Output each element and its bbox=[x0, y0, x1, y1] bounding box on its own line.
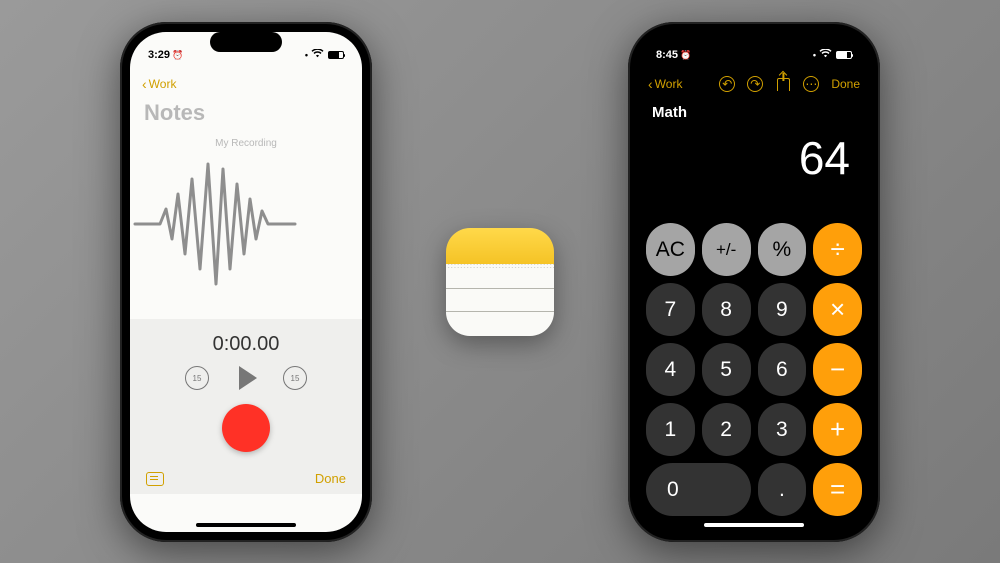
key-5[interactable]: 5 bbox=[702, 343, 751, 396]
cell-dot-icon: • bbox=[813, 50, 815, 60]
key-ac[interactable]: AC bbox=[646, 223, 695, 276]
key-plus[interactable]: + bbox=[813, 403, 862, 456]
share-icon[interactable] bbox=[775, 76, 791, 92]
done-button[interactable]: Done bbox=[831, 77, 860, 91]
battery-icon bbox=[328, 51, 344, 59]
back-chevron-icon[interactable]: ‹ bbox=[648, 76, 653, 92]
key-9[interactable]: 9 bbox=[758, 283, 807, 336]
undo-icon[interactable]: ↶ bbox=[719, 76, 735, 92]
alarm-icon: ⏰ bbox=[172, 50, 183, 61]
notes-app-icon[interactable] bbox=[446, 228, 554, 336]
playback-controls: 0:00.00 15 15 Done bbox=[130, 319, 362, 494]
key-3[interactable]: 3 bbox=[758, 403, 807, 456]
key-minus[interactable]: − bbox=[813, 343, 862, 396]
back-button[interactable]: Work bbox=[655, 77, 683, 91]
back-button[interactable]: Work bbox=[149, 77, 177, 91]
redo-icon[interactable]: ↷ bbox=[747, 76, 763, 92]
waveform-icon bbox=[130, 159, 300, 289]
recording-name[interactable]: My Recording bbox=[130, 138, 362, 149]
done-button[interactable]: Done bbox=[315, 471, 346, 486]
key-decimal[interactable]: . bbox=[758, 463, 807, 516]
dynamic-island bbox=[210, 32, 282, 52]
key-6[interactable]: 6 bbox=[758, 343, 807, 396]
home-indicator[interactable] bbox=[704, 523, 804, 527]
record-button[interactable] bbox=[222, 404, 270, 452]
key-7[interactable]: 7 bbox=[646, 283, 695, 336]
timecode: 0:00.00 bbox=[130, 333, 362, 356]
calc-display: 64 bbox=[638, 121, 870, 191]
page-title: Math bbox=[638, 98, 870, 121]
alarm-icon: ⏰ bbox=[680, 50, 691, 61]
back-chevron-icon[interactable]: ‹ bbox=[142, 76, 147, 92]
key-4[interactable]: 4 bbox=[646, 343, 695, 396]
home-indicator[interactable] bbox=[196, 523, 296, 527]
more-icon[interactable]: ⋯ bbox=[803, 76, 819, 92]
calculator-keypad: AC +/- % ÷ 7 8 9 × 4 5 6 − 1 2 3 + 0 . = bbox=[638, 223, 870, 516]
skip-back-button[interactable]: 15 bbox=[185, 366, 209, 390]
iphone-calculator: 8:45 ⏰ • ‹ Work ↶ ↷ ⋯ Done bbox=[628, 22, 880, 542]
status-time: 8:45 bbox=[656, 49, 678, 61]
transcribe-icon[interactable] bbox=[146, 472, 164, 486]
key-0[interactable]: 0 bbox=[646, 463, 751, 516]
key-plusminus[interactable]: +/- bbox=[702, 223, 751, 276]
wifi-icon bbox=[819, 49, 832, 61]
key-equals[interactable]: = bbox=[813, 463, 862, 516]
skip-forward-button[interactable]: 15 bbox=[283, 366, 307, 390]
iphone-notes: 3:29 ⏰ • ‹ Work Notes My Recording 0:00.… bbox=[120, 22, 372, 542]
key-8[interactable]: 8 bbox=[702, 283, 751, 336]
status-time: 3:29 bbox=[148, 49, 170, 61]
dynamic-island bbox=[718, 32, 790, 52]
wifi-icon bbox=[311, 49, 324, 61]
key-percent[interactable]: % bbox=[758, 223, 807, 276]
key-2[interactable]: 2 bbox=[702, 403, 751, 456]
key-multiply[interactable]: × bbox=[813, 283, 862, 336]
cell-dot-icon: • bbox=[305, 50, 307, 60]
key-1[interactable]: 1 bbox=[646, 403, 695, 456]
battery-icon bbox=[836, 51, 852, 59]
key-divide[interactable]: ÷ bbox=[813, 223, 862, 276]
page-title: Notes bbox=[130, 98, 362, 132]
play-button[interactable] bbox=[239, 366, 257, 390]
